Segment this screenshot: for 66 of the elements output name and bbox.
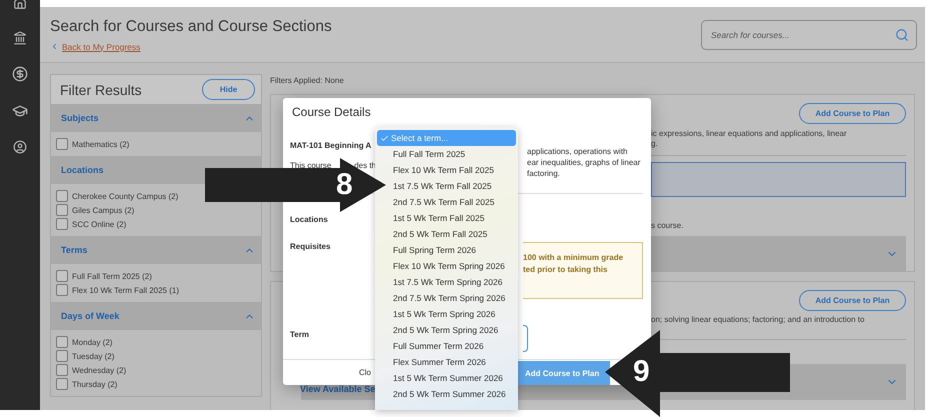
term-select-field[interactable] — [523, 325, 528, 352]
search-field[interactable]: Search for courses... — [701, 20, 917, 50]
requisite-notice: 100 with a minimum grade ted prior to taking this — [523, 242, 643, 299]
description-text: ear inequalities, graphs of linear — [527, 156, 642, 168]
term-option[interactable]: 1st 5 Wk Term Summer 2026 — [377, 370, 516, 386]
term-option[interactable]: 2nd 5 Wk Term Fall 2025 — [377, 226, 516, 242]
page-title: Search for Courses and Course Sections — [50, 18, 332, 36]
term-option[interactable]: 1st 7.5 Wk Term Fall 2025 — [377, 178, 516, 194]
checkbox[interactable] — [56, 350, 68, 362]
bank-icon[interactable] — [13, 31, 27, 45]
graduation-cap-icon[interactable] — [12, 103, 28, 119]
course-description: g. — [651, 139, 659, 149]
term-option[interactable]: Flex Summer Term 2026 — [377, 354, 516, 370]
checkbox[interactable] — [56, 270, 68, 282]
term-option[interactable]: 1st 7.5 Wk Term Spring 2026 — [377, 274, 516, 290]
search-icon[interactable] — [895, 28, 909, 42]
step-number: 8 — [336, 170, 353, 200]
checkbox[interactable] — [56, 204, 68, 216]
term-option[interactable]: Flex 10 Wk Term Spring 2026 — [377, 258, 516, 274]
step-number: 9 — [633, 357, 650, 387]
term-option[interactable]: 2nd 5 Wk Term Summer 2026 — [377, 386, 516, 402]
filter-option: Wednesday (2) — [72, 366, 126, 374]
filter-option: Flex 10 Wk Term Fall 2025 (1) — [72, 286, 179, 294]
term-option[interactable]: 2nd 5 Wk Term Spring 2026 — [377, 322, 516, 338]
filter-option: Mathematics (2) — [72, 140, 130, 148]
checkbox[interactable] — [56, 284, 68, 296]
requisites-label: Requisites — [290, 242, 330, 253]
filter-option: SCC Online (2) — [72, 220, 126, 228]
filter-option: Thursday (2) — [72, 380, 118, 388]
description-text: factoring. — [527, 168, 561, 179]
filter-option: Cherokee County Campus (2) — [72, 192, 178, 200]
description-text: This course — [290, 160, 332, 172]
filter-option: Full Fall Term 2025 (2) — [72, 272, 152, 280]
chevron-left-icon — [50, 42, 59, 51]
course-description: on; solving linear equations; factoring; and an introduction to — [651, 315, 866, 325]
term-option[interactable]: Full Fall Term 2025 — [377, 146, 516, 162]
term-option[interactable]: 2nd 7.5 Wk Term Spring 2026 — [377, 290, 516, 306]
home-icon[interactable] — [13, 0, 27, 10]
filter-option: Monday (2) — [72, 338, 112, 346]
filters-applied-text: Filters Applied: None — [270, 76, 345, 85]
checkbox[interactable] — [56, 218, 68, 230]
course-description: ic expressions, linear equations and applications, linear — [651, 129, 848, 139]
term-label: Term — [290, 330, 309, 342]
checkbox[interactable] — [56, 138, 68, 150]
money-icon[interactable] — [12, 66, 28, 82]
filter-option: Giles Campus (2) — [72, 206, 134, 214]
filter-option: Tuesday (2) — [72, 352, 114, 360]
term-option[interactable]: Full Summer Term 2026 — [377, 338, 516, 354]
term-option[interactable]: Flex 10 Wk Term Fall 2025 — [377, 162, 516, 178]
description-text: applications, operations with — [527, 146, 629, 157]
term-option[interactable]: 1st 5 Wk Term Fall 2025 — [377, 210, 516, 226]
course-title: MAT-101 Beginning A — [290, 141, 372, 152]
term-option[interactable]: 1st 5 Wk Term Spring 2026 — [377, 306, 516, 322]
search-input[interactable]: Search for courses... — [709, 28, 873, 40]
course-note: s course. — [651, 221, 684, 231]
checkbox[interactable] — [56, 378, 68, 390]
term-option[interactable]: Full Spring Term 2026 — [377, 242, 516, 258]
checkbox[interactable] — [56, 190, 68, 202]
locations-label: Locations — [290, 214, 328, 226]
user-icon[interactable] — [13, 140, 27, 154]
filter-title: Filter Results — [60, 82, 142, 98]
checkbox[interactable] — [56, 336, 68, 348]
dialog-title: Course Details — [291, 104, 372, 121]
check-icon — [380, 134, 389, 142]
checkbox[interactable] — [56, 364, 68, 376]
term-option[interactable]: 2nd 7.5 Wk Term Fall 2025 — [377, 194, 516, 210]
